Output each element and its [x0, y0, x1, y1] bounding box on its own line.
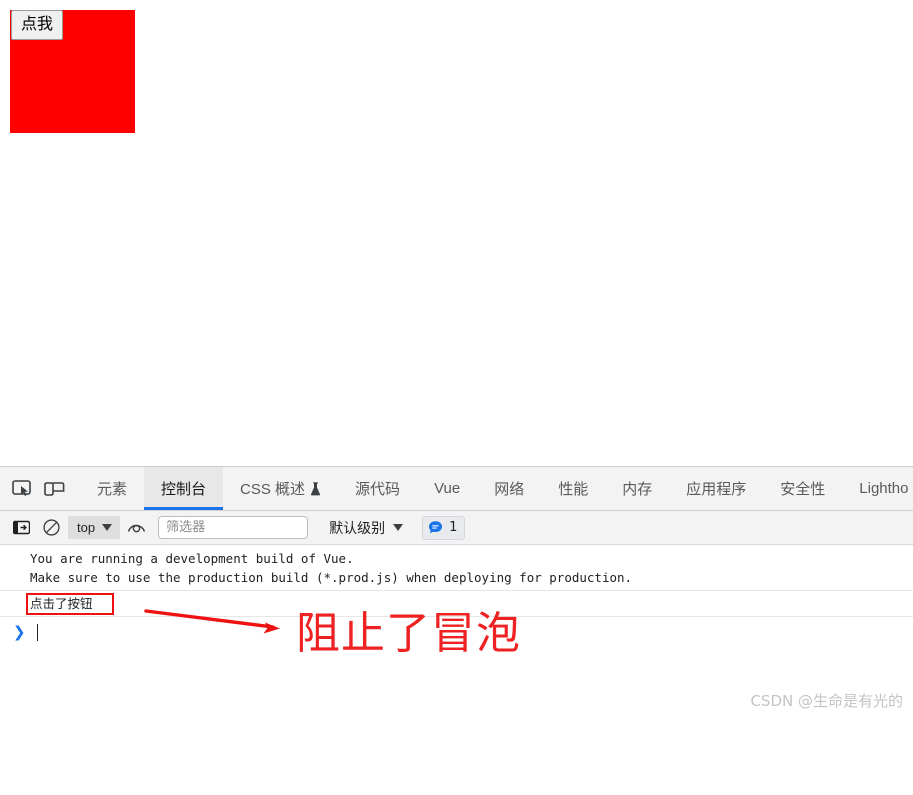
console-message-vue-dev-warning: You are running a development build of V…	[0, 545, 913, 591]
tab-label: 控制台	[161, 481, 207, 498]
tab-label: 性能	[558, 481, 589, 498]
tab-memory[interactable]: 内存	[605, 467, 669, 510]
tab-application[interactable]: 应用程序	[669, 467, 763, 510]
devtools-panel: 元素 控制台 CSS 概述 源代码 Vue 网络 性能 内存 应用程序 安全性 …	[0, 466, 913, 795]
device-toolbar-icon[interactable]	[38, 474, 70, 504]
console-input-prompt[interactable]: ❯	[0, 617, 913, 647]
inspect-element-icon[interactable]	[6, 474, 38, 504]
tab-label: 安全性	[780, 481, 826, 498]
show-console-sidebar-icon[interactable]	[8, 516, 34, 540]
tab-security[interactable]: 安全性	[763, 467, 842, 510]
tab-label: 源代码	[355, 481, 401, 498]
tab-label: 元素	[97, 481, 128, 498]
live-expression-icon[interactable]	[124, 516, 150, 540]
tab-label: 网络	[494, 481, 525, 498]
text-caret	[36, 623, 38, 641]
tab-vue[interactable]: Vue	[417, 467, 477, 510]
tab-elements[interactable]: 元素	[80, 467, 144, 510]
chevron-down-icon	[393, 524, 404, 531]
tab-lighthouse[interactable]: Lightho	[842, 467, 913, 510]
page-viewport: 点我	[0, 0, 913, 466]
tab-label: 内存	[622, 481, 653, 498]
devtools-tabbar: 元素 控制台 CSS 概述 源代码 Vue 网络 性能 内存 应用程序 安全性 …	[0, 467, 913, 511]
prompt-chevron-icon: ❯	[13, 622, 26, 641]
console-level-selector[interactable]: 默认级别	[323, 516, 409, 539]
level-label: 默认级别	[329, 520, 386, 537]
clear-console-icon[interactable]	[38, 516, 64, 540]
tab-sources[interactable]: 源代码	[338, 467, 417, 510]
click-me-button[interactable]: 点我	[11, 10, 63, 40]
devtools-tabstrip: 元素 控制台 CSS 概述 源代码 Vue 网络 性能 内存 应用程序 安全性 …	[80, 467, 913, 510]
console-message-list: You are running a development build of V…	[0, 545, 913, 795]
tab-console[interactable]: 控制台	[144, 467, 224, 510]
tab-label: 应用程序	[686, 481, 747, 498]
console-message-line: Make sure to use the production build (*…	[30, 570, 633, 585]
tab-performance[interactable]: 性能	[541, 467, 605, 510]
console-message-line: You are running a development build of V…	[30, 551, 354, 566]
console-filter-input[interactable]	[158, 516, 309, 539]
tab-css-overview[interactable]: CSS 概述	[223, 467, 338, 510]
tab-label: Lightho	[859, 480, 909, 497]
message-count-badge[interactable]: 1	[422, 515, 466, 540]
tab-label: Vue	[434, 480, 461, 497]
message-bubble-icon	[428, 520, 443, 535]
console-message-line: 点击了按钮	[30, 596, 93, 611]
console-context-selector[interactable]: top	[68, 516, 121, 539]
context-value: top	[77, 520, 96, 535]
console-toolbar: top 默认级别 1	[0, 511, 913, 545]
flask-icon	[310, 481, 321, 496]
tab-label: CSS 概述	[240, 481, 306, 498]
tab-network[interactable]: 网络	[477, 467, 541, 510]
chevron-down-icon	[102, 524, 113, 531]
console-message-button-clicked: 点击了按钮	[0, 591, 913, 617]
message-count: 1	[449, 520, 458, 535]
